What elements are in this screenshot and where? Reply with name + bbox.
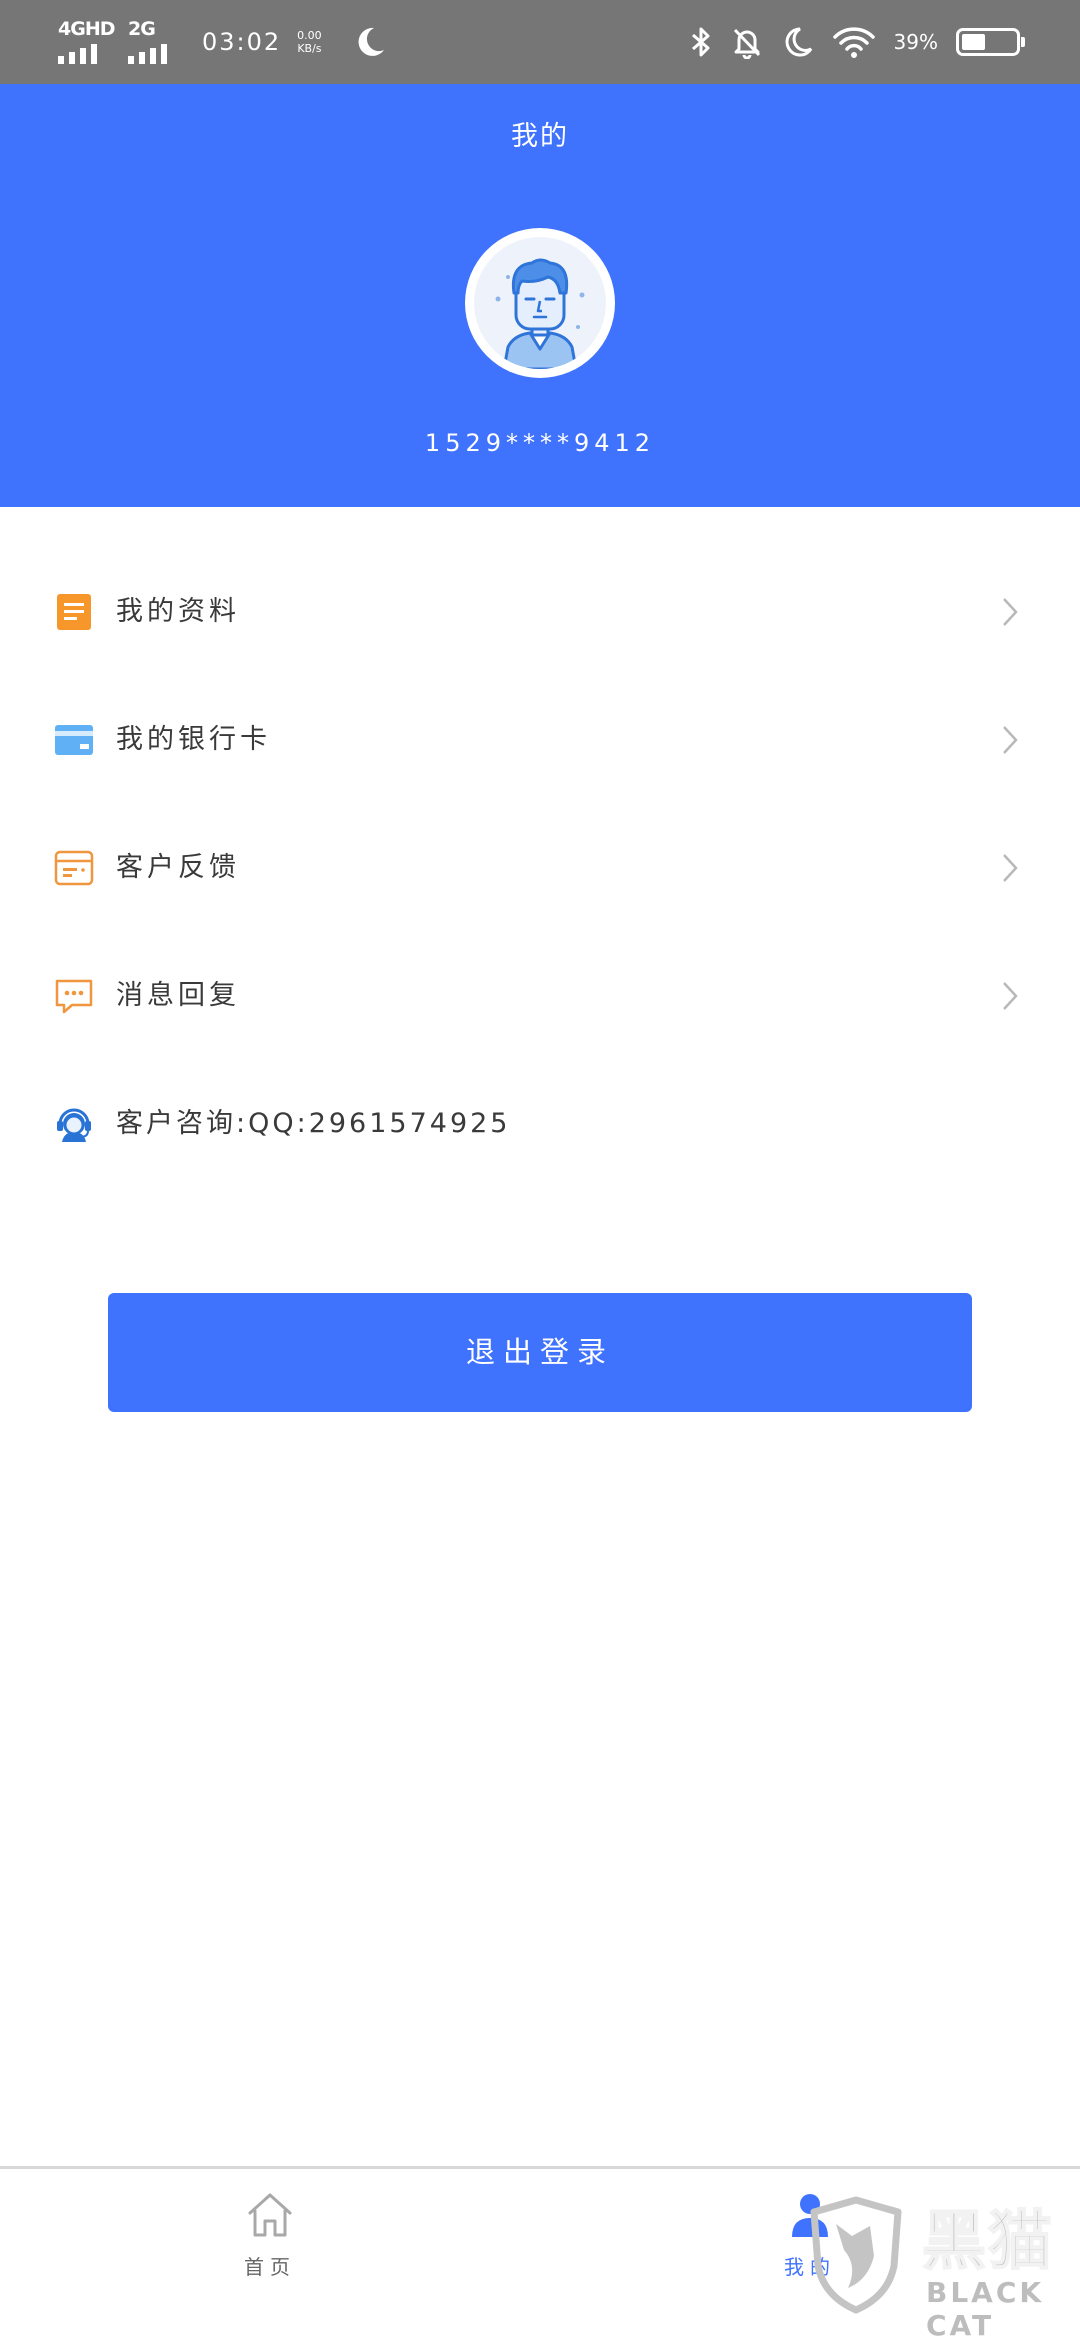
tab-home-label: 首页 xyxy=(244,2255,296,2279)
feedback-card-icon xyxy=(54,850,94,886)
network-speed: 0.00 KB/s xyxy=(297,29,322,55)
home-icon xyxy=(248,2193,292,2237)
user-avatar-icon xyxy=(495,258,585,369)
menu-item-message-reply[interactable]: 消息回复 xyxy=(0,932,1080,1060)
menu-list: 我的资料 我的银行卡 客户反馈 消息回复 客户咨询:QQ:2961574925 xyxy=(0,548,1080,1188)
message-bubble-icon xyxy=(55,979,93,1014)
avatar[interactable] xyxy=(465,228,615,378)
status-bar: 4GHD 2G 03:02 0.00 KB/s 39% xyxy=(0,0,1080,84)
tab-home[interactable]: 首页 xyxy=(170,2189,370,2280)
menu-item-label: 客户反馈 xyxy=(116,852,240,883)
wifi-icon xyxy=(832,27,875,58)
moon-icon xyxy=(785,27,812,57)
customer-service-icon xyxy=(57,1108,91,1142)
status-time: 03:02 xyxy=(202,28,282,56)
chevron-right-icon xyxy=(1003,982,1018,1010)
watermark-en: BLACK CAT xyxy=(926,2276,1045,2342)
bell-muted-icon xyxy=(733,28,760,59)
signal-4g-icon: 4GHD xyxy=(56,18,115,66)
menu-item-my-bank-card[interactable]: 我的银行卡 xyxy=(0,676,1080,804)
black-cat-logo-icon xyxy=(810,2196,902,2314)
chevron-right-icon xyxy=(1003,726,1018,754)
menu-item-label: 消息回复 xyxy=(116,980,240,1011)
menu-item-label: 我的资料 xyxy=(116,596,240,627)
menu-item-label: 我的银行卡 xyxy=(116,724,271,755)
battery-icon xyxy=(956,28,1025,56)
menu-item-my-profile[interactable]: 我的资料 xyxy=(0,548,1080,676)
logout-button[interactable]: 退出登录 xyxy=(108,1293,972,1412)
watermark-cn: 黑猫 xyxy=(921,2204,1054,2280)
page-title: 我的 xyxy=(511,121,569,152)
profile-doc-icon xyxy=(57,594,91,630)
user-phone: 1529****9412 xyxy=(424,429,656,457)
battery-percent: 39% xyxy=(893,30,938,54)
chevron-right-icon xyxy=(1003,854,1018,882)
signal-2g-icon: 2G xyxy=(126,18,182,66)
bluetooth-icon xyxy=(691,27,710,57)
chevron-right-icon xyxy=(1003,598,1018,626)
menu-item-customer-feedback[interactable]: 客户反馈 xyxy=(0,804,1080,932)
network-type-1: 4GHD xyxy=(58,18,115,40)
blackcat-watermark: 黑猫 BLACK CAT xyxy=(800,2186,1080,2342)
profile-header: 我的 1529****9412 xyxy=(0,84,1080,507)
menu-item-customer-consult[interactable]: 客户咨询:QQ:2961574925 xyxy=(0,1060,1080,1188)
menu-item-label: 客户咨询:QQ:2961574925 xyxy=(116,1108,511,1139)
bank-card-icon xyxy=(55,725,93,755)
do-not-disturb-moon-icon xyxy=(358,27,384,56)
network-type-2: 2G xyxy=(128,18,156,40)
